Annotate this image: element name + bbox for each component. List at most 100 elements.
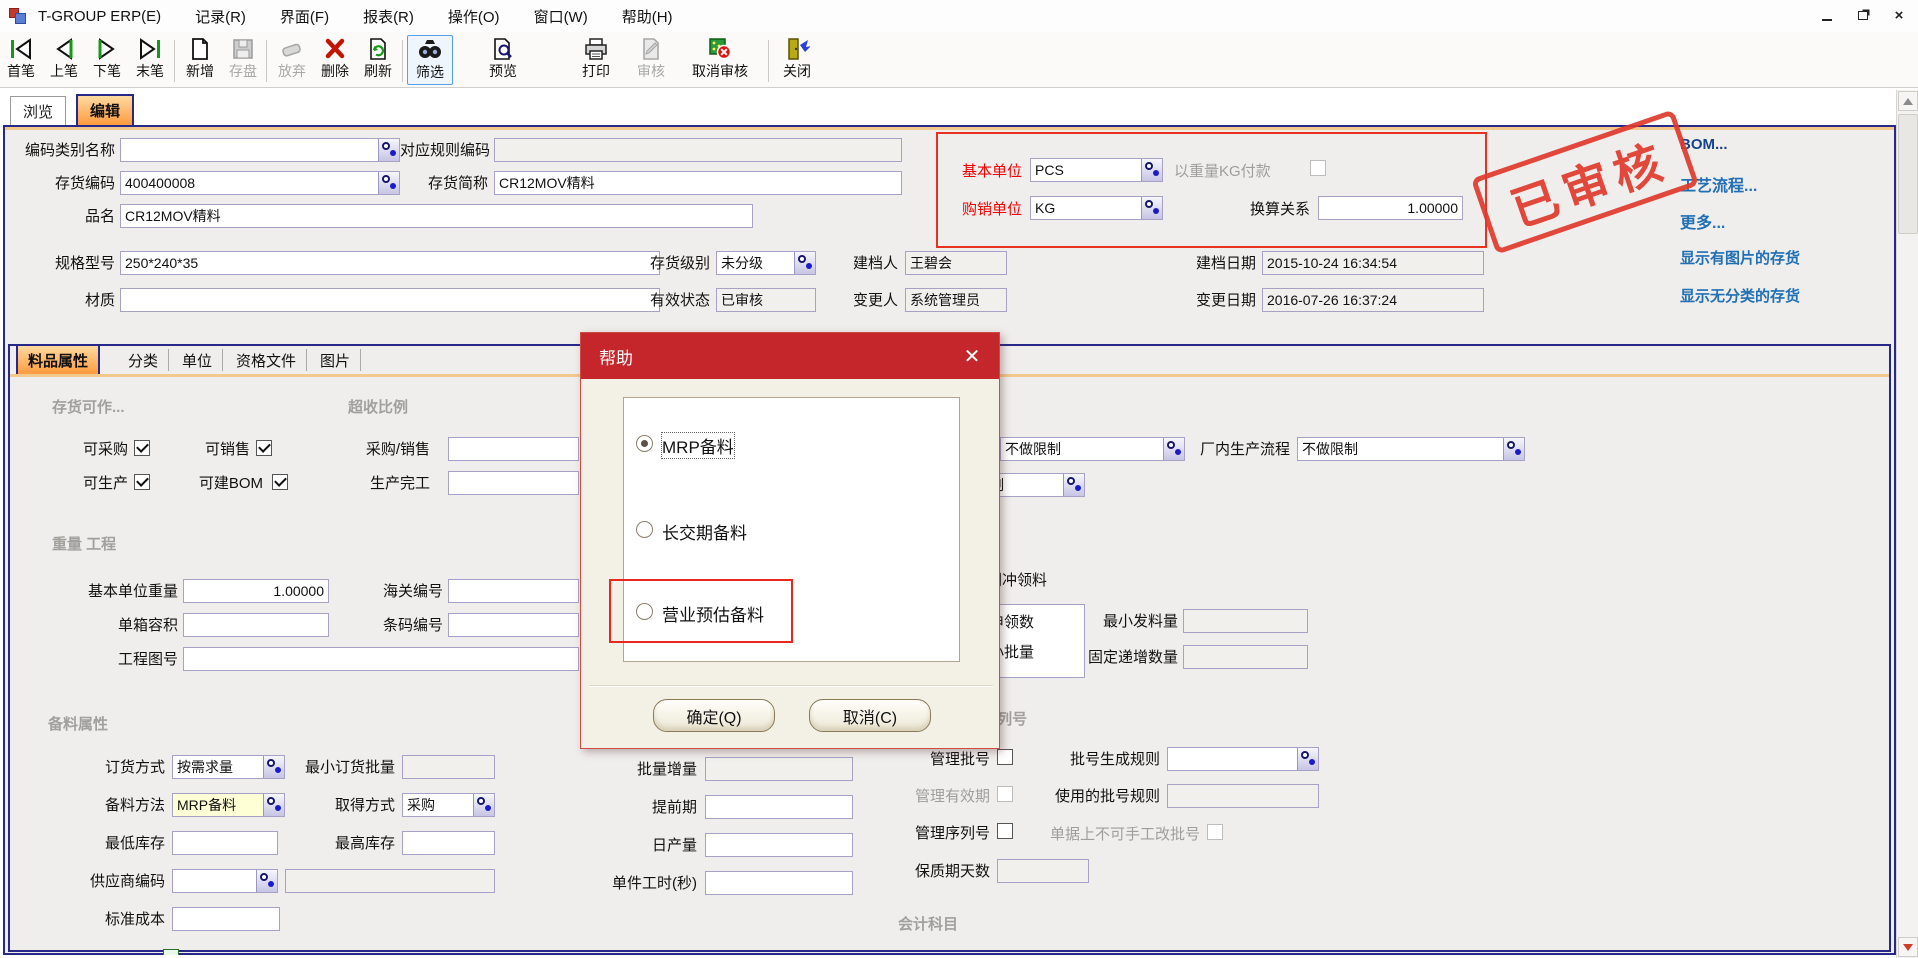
option-mrp-label[interactable]: MRP备料	[662, 433, 734, 458]
rule-code-input[interactable]	[494, 138, 902, 162]
conversion-input[interactable]: 1.00000	[1318, 196, 1463, 220]
restore-icon[interactable]	[1852, 4, 1874, 26]
item-level-input[interactable]: 未分级	[716, 251, 816, 275]
box-volume-input[interactable]	[183, 613, 329, 637]
factory-flow-input[interactable]: 不做限制	[1297, 437, 1525, 461]
daily-output-input[interactable]	[705, 833, 853, 857]
cancel-audit-button[interactable]: 取消审核	[678, 35, 762, 85]
supplier-code-input[interactable]	[172, 869, 278, 893]
print-button[interactable]: 打印	[575, 35, 617, 85]
lookup-icon[interactable]	[1141, 159, 1162, 181]
vertical-scrollbar[interactable]	[1896, 90, 1918, 958]
lookup-icon[interactable]	[1297, 748, 1318, 770]
next-record-button[interactable]: 下笔	[86, 35, 128, 85]
link-show-unclassified[interactable]: 显示无分类的存货	[1680, 285, 1800, 306]
max-stock-input[interactable]	[402, 831, 495, 855]
spec-input[interactable]: 250*240*35	[120, 251, 660, 275]
coding-category-input[interactable]	[120, 138, 400, 162]
box-volume-label: 单箱容积	[88, 615, 178, 637]
acquire-mode-input[interactable]: 采购	[402, 793, 495, 817]
producible-checkbox[interactable]	[134, 474, 150, 490]
menu-report[interactable]: 报表(R)	[363, 6, 414, 27]
barcode-input[interactable]	[448, 613, 579, 637]
tab-item-attributes[interactable]: 料品属性	[16, 344, 100, 374]
unit-hours-input[interactable]	[705, 871, 853, 895]
manage-expiry-label: 管理有效期	[913, 786, 990, 808]
close-icon[interactable]: ×	[1888, 4, 1910, 26]
std-cost-input[interactable]	[172, 907, 280, 931]
manage-batch-checkbox[interactable]	[997, 749, 1013, 765]
item-short-name-input[interactable]: CR12MOV精料	[494, 171, 902, 195]
preview-button[interactable]: 预览	[482, 35, 524, 85]
min-stock-input[interactable]	[172, 831, 278, 855]
new-button[interactable]: 新增	[179, 35, 221, 85]
over-production-input[interactable]	[448, 471, 579, 495]
dialog-title-bar[interactable]: 帮助	[581, 333, 999, 379]
customs-code-input[interactable]	[448, 579, 579, 603]
ok-button[interactable]: 确定(Q)	[653, 699, 775, 732]
lookup-icon[interactable]	[1141, 197, 1162, 219]
prev-record-button[interactable]: 上笔	[43, 35, 85, 85]
option-long-lead-radio[interactable]	[636, 521, 653, 538]
lead-time-input[interactable]	[705, 795, 853, 819]
lookup-icon[interactable]	[1163, 438, 1184, 460]
tab-classification[interactable]: 分类	[118, 349, 169, 371]
first-record-button[interactable]: 首笔	[0, 35, 42, 85]
refresh-button[interactable]: 刷新	[357, 35, 399, 85]
scrollbar-thumb[interactable]	[1898, 114, 1918, 234]
menu-operation[interactable]: 操作(O)	[448, 6, 500, 27]
tab-unit[interactable]: 单位	[172, 349, 223, 371]
order-mode-input[interactable]: 按需求量	[172, 755, 285, 779]
shelf-days-label: 保质期天数	[910, 861, 990, 883]
lookup-icon[interactable]	[473, 794, 494, 816]
link-show-with-image[interactable]: 显示有图片的存货	[1680, 247, 1800, 268]
drawing-no-input[interactable]	[183, 647, 579, 671]
dialog-close-icon[interactable]: ✕	[959, 343, 985, 369]
sellable-checkbox[interactable]	[256, 440, 272, 456]
cancel-button[interactable]: 取消(C)	[809, 699, 931, 732]
tab-qualification-files[interactable]: 资格文件	[226, 349, 307, 371]
lookup-icon[interactable]	[378, 172, 399, 194]
base-unit-input[interactable]: PCS	[1030, 158, 1163, 182]
purchasable-checkbox[interactable]	[134, 440, 150, 456]
minimize-icon[interactable]	[1816, 4, 1838, 26]
option-sales-forecast-label[interactable]: 营业预估备料	[662, 601, 764, 626]
max-stock-label: 最高库存	[323, 833, 395, 855]
manage-serial-checkbox[interactable]	[997, 823, 1013, 839]
scroll-down-icon[interactable]	[1898, 937, 1918, 957]
close-window-button[interactable]: 关闭	[776, 35, 818, 85]
batch-rule-input[interactable]	[1167, 747, 1319, 771]
lookup-icon[interactable]	[263, 794, 284, 816]
menu-help[interactable]: 帮助(H)	[622, 6, 673, 27]
scroll-up-icon[interactable]	[1898, 91, 1918, 111]
item-name-input[interactable]: CR12MOV精料	[120, 204, 753, 228]
prep-method-input[interactable]: MRP备料	[172, 793, 285, 817]
lookup-icon[interactable]	[794, 252, 815, 274]
trade-unit-input[interactable]: KG	[1030, 196, 1163, 220]
menu-record[interactable]: 记录(R)	[195, 6, 246, 27]
last-record-button[interactable]: 末笔	[129, 35, 171, 85]
menu-window[interactable]: 窗口(W)	[534, 6, 588, 27]
tab-edit[interactable]: 编辑	[76, 94, 134, 125]
over-purchase-sale-input[interactable]	[448, 437, 579, 461]
option-sales-forecast-radio[interactable]	[636, 603, 653, 620]
filter-button[interactable]: 筛选	[407, 35, 453, 85]
option-mrp-radio[interactable]	[636, 435, 653, 452]
restriction-input-1[interactable]: 不做限制	[1000, 437, 1185, 461]
tab-image[interactable]: 图片	[310, 349, 361, 371]
bomable-checkbox[interactable]	[272, 474, 288, 490]
lookup-icon[interactable]	[378, 139, 399, 161]
link-more[interactable]: 更多...	[1680, 209, 1725, 233]
lookup-icon[interactable]	[1063, 474, 1084, 496]
lookup-icon[interactable]	[263, 756, 284, 778]
lookup-icon[interactable]	[256, 870, 277, 892]
base-weight-input[interactable]: 1.00000	[183, 579, 329, 603]
menu-app[interactable]: T-GROUP ERP(E)	[38, 8, 161, 25]
menu-interface[interactable]: 界面(F)	[280, 6, 329, 27]
item-code-input[interactable]: 400400008	[120, 171, 400, 195]
lookup-icon[interactable]	[1503, 438, 1524, 460]
delete-button[interactable]: 删除	[314, 35, 356, 85]
option-long-lead-label[interactable]: 长交期备料	[662, 519, 747, 544]
material-input[interactable]	[120, 288, 660, 312]
tab-browse[interactable]: 浏览	[10, 96, 66, 125]
